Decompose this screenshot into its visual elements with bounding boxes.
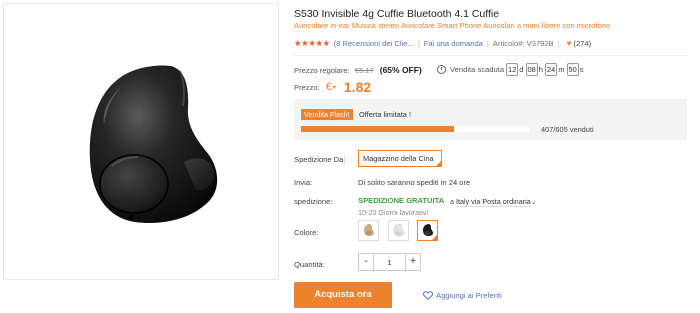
product-image[interactable] xyxy=(3,3,279,280)
free-shipping-text: SPEDIZIONE GRATUITA xyxy=(358,196,445,205)
quantity-stepper: - 1 + xyxy=(358,253,421,271)
color-swatch-white[interactable] xyxy=(388,220,409,241)
flash-sale-badge: Vendita Flash! xyxy=(301,109,353,120)
ask-question-link[interactable]: Fai una domanda xyxy=(424,39,483,48)
sale-countdown: Vendita scaduta 12 d 08 h 24 m 50 s xyxy=(437,62,584,76)
regular-price-label: Prezzo regolare: xyxy=(294,65,350,75)
regular-price-row: Prezzo regolare: €5.17 (65% OFF) xyxy=(294,64,422,76)
sold-progress-fill xyxy=(301,126,455,132)
favorites-count: (274) xyxy=(573,38,592,48)
product-title: S530 Invisible 4g Cuffie Bluetooth 4.1 C… xyxy=(294,8,500,20)
heart-icon[interactable]: ♥ xyxy=(567,39,572,48)
flash-sale-panel: Vendita Flash! Offerta limitata ! 407/60… xyxy=(294,99,687,140)
clock-icon xyxy=(437,64,446,74)
hours-unit: h xyxy=(538,64,543,74)
wishlist-label[interactable]: Aggiungi ai Preferiti xyxy=(436,291,502,300)
color-label: Colore: xyxy=(294,228,319,237)
flash-sale-text: Offerta limitata ! xyxy=(359,110,412,119)
chevron-down-icon[interactable]: ▾ xyxy=(333,84,336,91)
reviews-link[interactable]: (8 Recensioni dei Clie... xyxy=(334,39,414,48)
separator: | xyxy=(417,38,420,48)
separator: | xyxy=(486,38,489,48)
color-swatch-black[interactable] xyxy=(417,220,438,241)
shipping-label: spedizione: xyxy=(294,197,333,206)
earpiece-thumb-icon xyxy=(423,224,433,236)
rating-row: ★★★★★ (8 Recensioni dei Clie... | Fai un… xyxy=(294,37,591,49)
earpiece-thumb-icon xyxy=(364,224,374,236)
days-unit: d xyxy=(519,64,524,74)
dispatch-label: Invia: xyxy=(294,178,313,187)
earpiece-thumb-icon xyxy=(393,223,405,237)
countdown-days: 12 xyxy=(506,62,519,76)
delivery-days: 10-20 Giorni lavorativi xyxy=(358,208,428,217)
discount-badge: (65% OFF) xyxy=(379,65,422,75)
shipping-destination: a Italy via Posta ordinaria⌄ xyxy=(450,197,537,207)
quantity-increase-button[interactable]: + xyxy=(405,254,420,270)
divider xyxy=(294,55,687,56)
current-price: 1.82 xyxy=(343,79,372,95)
price-label: Prezzo: xyxy=(294,82,320,92)
warehouse-option[interactable]: Magazzino della Cina xyxy=(358,150,442,167)
to-prefix: a xyxy=(450,197,454,206)
shipping-method-dropdown[interactable]: Italy via Posta ordinaria xyxy=(456,197,531,207)
current-price-row: Prezzo: € ▾ 1.82 xyxy=(294,79,371,95)
rating-stars-icon: ★★★★★ xyxy=(294,37,330,48)
sold-progress-bar xyxy=(301,126,529,132)
minutes-unit: m xyxy=(558,64,565,74)
buy-now-button[interactable]: Acquista ora xyxy=(294,282,392,308)
ship-from-label: Spedizione Da: xyxy=(294,155,346,164)
sale-expires-label: Vendita scaduta xyxy=(450,64,505,74)
seconds-unit: s xyxy=(579,64,584,74)
separator: | xyxy=(557,38,560,48)
countdown-seconds: 50 xyxy=(566,62,579,76)
countdown-minutes: 24 xyxy=(544,62,558,76)
article-number: Articolo#: V3792B xyxy=(492,38,554,48)
dispatch-time: Di solito saranno spediti in 24 ore xyxy=(358,178,471,187)
quantity-input[interactable]: 1 xyxy=(374,258,405,267)
countdown-hours: 08 xyxy=(525,62,538,76)
color-swatch-beige[interactable] xyxy=(358,220,379,241)
regular-price: €5.17 xyxy=(354,65,374,75)
chevron-down-icon[interactable]: ⌄ xyxy=(531,197,537,206)
earpiece-product-photo xyxy=(89,65,218,224)
quantity-label: Quantità: xyxy=(294,260,325,269)
add-to-wishlist-link[interactable]: Aggiungi ai Preferiti xyxy=(423,289,502,301)
quantity-decrease-button[interactable]: - xyxy=(359,254,374,270)
currency-selector[interactable]: € xyxy=(326,81,332,93)
heart-outline-icon xyxy=(423,290,433,300)
sold-count: 407/605 venduti xyxy=(541,125,594,134)
product-subtitle: Auricolare in-ear Musica stereo Auricola… xyxy=(294,21,611,30)
